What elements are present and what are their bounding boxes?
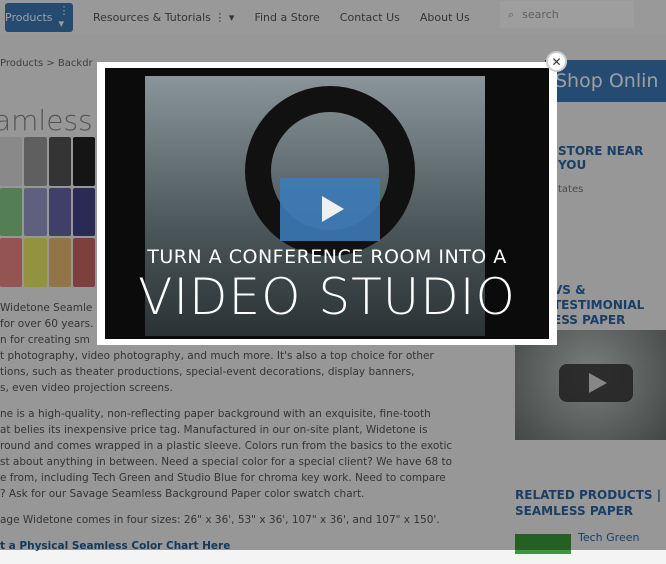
close-icon[interactable]: ✕ xyxy=(546,51,567,72)
play-icon[interactable] xyxy=(280,178,380,241)
video-player[interactable]: TURN A CONFERENCE ROOM INTO A VIDEO STUD… xyxy=(105,68,549,339)
video-title-line2: VIDEO STUDIO xyxy=(138,268,516,326)
video-modal: TURN A CONFERENCE ROOM INTO A VIDEO STUD… xyxy=(97,62,557,345)
video-title-line1: TURN A CONFERENCE ROOM INTO A xyxy=(147,246,507,268)
